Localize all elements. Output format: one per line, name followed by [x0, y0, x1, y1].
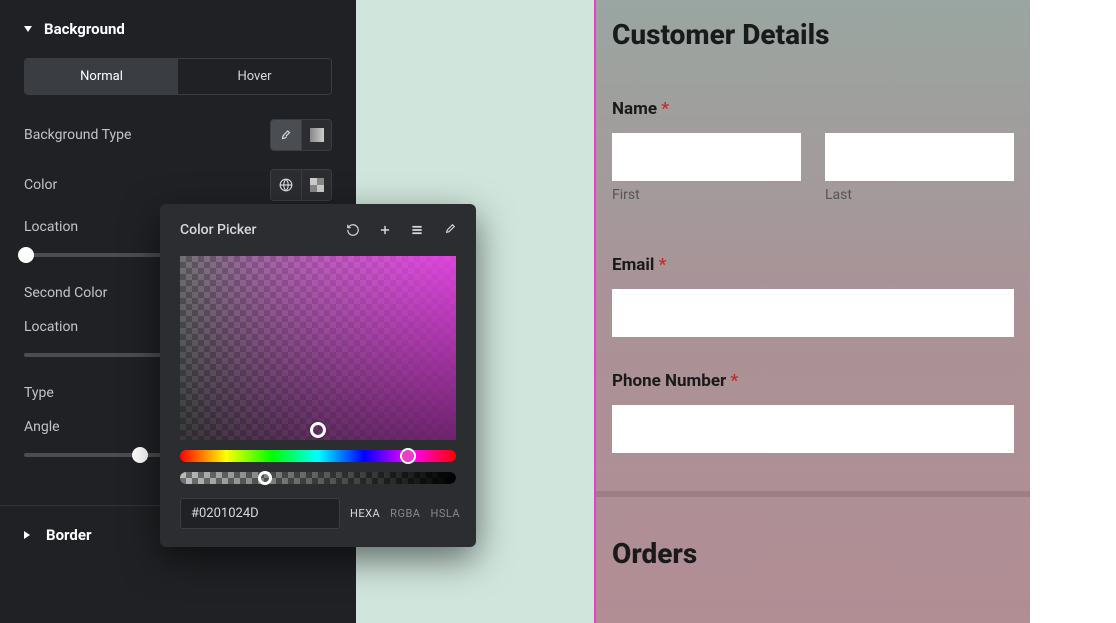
chevron-right-icon: [24, 531, 34, 539]
phone-label-text: Phone Number: [612, 371, 726, 391]
section-title-border: Border: [46, 526, 91, 544]
swatches-icon[interactable]: [410, 223, 424, 237]
form-heading: Customer Details: [612, 18, 1014, 51]
picker-header-icons: [346, 223, 456, 237]
gradient-bg-button[interactable]: [301, 120, 331, 150]
email-label: Email *: [612, 255, 1014, 275]
section-header-background[interactable]: Background: [0, 0, 356, 58]
format-hsla[interactable]: HSLA: [430, 507, 460, 520]
hex-input[interactable]: [180, 498, 340, 529]
saturation-cursor[interactable]: [310, 422, 326, 438]
label-color: Color: [24, 177, 270, 193]
last-sublabel: Last: [825, 187, 1014, 203]
alpha-slider[interactable]: [180, 472, 456, 484]
tab-hover[interactable]: Hover: [178, 59, 331, 94]
email-field-block: Email *: [612, 255, 1014, 343]
global-color-button[interactable]: [271, 170, 301, 200]
color-buttons: [270, 169, 332, 201]
label-background-type: Background Type: [24, 127, 270, 143]
last-name-input[interactable]: [825, 133, 1014, 181]
globe-icon: [279, 178, 293, 192]
picker-header: Color Picker: [160, 204, 476, 256]
alpha-gradient: [180, 472, 456, 484]
hue-cursor[interactable]: [400, 448, 416, 464]
angle-handle[interactable]: [132, 447, 148, 463]
style-sidebar: Background Normal Hover Background Type …: [0, 0, 356, 623]
hue-slider[interactable]: [180, 450, 456, 462]
gradient-icon: [310, 128, 324, 142]
row-background-type: Background Type: [24, 119, 332, 151]
sat-value-overlay: [180, 256, 456, 440]
last-name-col: Last: [825, 133, 1014, 227]
required-asterisk: *: [659, 255, 667, 275]
color-picker-popover: Color Picker: [160, 204, 476, 547]
tab-normal[interactable]: Normal: [25, 59, 178, 94]
chevron-down-icon: [24, 26, 32, 32]
format-hexa[interactable]: HEXA: [350, 507, 380, 520]
saturation-area[interactable]: [180, 256, 456, 440]
section-title: Background: [44, 20, 125, 38]
name-label-text: Name: [612, 99, 657, 119]
name-row: First Last: [612, 133, 1014, 227]
orders-heading: Orders: [612, 537, 1014, 570]
alpha-cursor[interactable]: [258, 471, 272, 485]
background-type-buttons: [270, 119, 332, 151]
email-input[interactable]: [612, 289, 1014, 337]
form-section-divider: [596, 491, 1030, 497]
picker-title: Color Picker: [180, 222, 256, 238]
row-color: Color: [24, 169, 332, 201]
name-field-block: Name * First Last: [612, 99, 1014, 227]
color-swatch-button[interactable]: [301, 170, 331, 200]
reset-icon[interactable]: [346, 223, 360, 237]
form-container: Customer Details Name * First Last Email: [594, 0, 1030, 623]
first-name-col: First: [612, 133, 801, 227]
add-icon[interactable]: [378, 223, 392, 237]
picker-footer: HEXA RGBA HSLA: [160, 484, 476, 547]
transparency-icon: [310, 178, 324, 192]
state-tabs: Normal Hover: [24, 58, 332, 95]
eyedropper-icon[interactable]: [442, 223, 456, 237]
brush-icon: [279, 128, 293, 142]
location1-handle[interactable]: [18, 247, 34, 263]
format-rgba[interactable]: RGBA: [390, 507, 420, 520]
phone-input[interactable]: [612, 405, 1014, 453]
classic-bg-button[interactable]: [271, 120, 301, 150]
required-asterisk: *: [730, 371, 738, 391]
first-sublabel: First: [612, 187, 801, 203]
email-label-text: Email: [612, 255, 654, 275]
phone-label: Phone Number *: [612, 371, 1014, 391]
phone-field-block: Phone Number *: [612, 371, 1014, 459]
first-name-input[interactable]: [612, 133, 801, 181]
required-asterisk: *: [661, 99, 669, 119]
name-label: Name *: [612, 99, 1014, 119]
